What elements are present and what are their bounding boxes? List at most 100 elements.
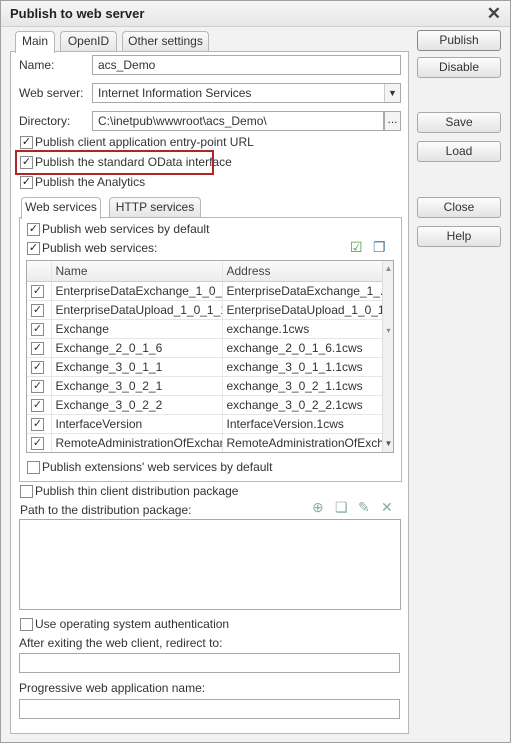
publish-ws-checkbox[interactable]: ✓ — [27, 242, 40, 255]
os-auth-checkbox[interactable] — [20, 618, 33, 631]
table-row[interactable]: ✓ Exchange_3_0_2_1 exchange_3_0_2_1.1cws — [27, 376, 383, 396]
tab-main[interactable]: Main — [15, 31, 55, 53]
publish-analytics-checkbox[interactable]: ✓ — [20, 176, 33, 189]
row-check-cell[interactable]: ✓ — [27, 433, 52, 452]
row-check-cell[interactable]: ✓ — [27, 357, 52, 377]
service-address: exchange_2_0_1_6.1cws — [222, 338, 383, 358]
odata-highlight-frame — [15, 150, 214, 175]
distribution-path-list[interactable] — [19, 519, 401, 610]
publish-analytics-label: Publish the Analytics — [35, 175, 146, 189]
close-icon[interactable]: ✕ — [487, 4, 501, 24]
row-checkbox[interactable]: ✓ — [31, 341, 44, 355]
table-row[interactable]: ✓ RemoteAdministrationOfExchange RemoteA… — [27, 433, 383, 452]
copy-icon[interactable]: ❏ — [335, 499, 348, 516]
table-row[interactable]: ✓ Exchange_3_0_2_2 exchange_3_0_2_2.1cws — [27, 395, 383, 415]
row-check-cell[interactable]: ✓ — [27, 338, 52, 358]
row-check-cell[interactable]: ✓ — [27, 395, 52, 415]
table-row[interactable]: ✓ InterfaceVersion InterfaceVersion.1cws — [27, 414, 383, 434]
row-checkbox[interactable]: ✓ — [31, 303, 44, 317]
row-checkbox[interactable]: ✓ — [31, 322, 44, 336]
delete-icon[interactable]: ✕ — [381, 499, 393, 516]
row-check-cell[interactable]: ✓ — [27, 414, 52, 434]
name-label: Name: — [19, 58, 55, 72]
table-row[interactable]: ✓ EnterpriseDataUpload_1_0_1_1 Enterpris… — [27, 300, 383, 320]
name-input[interactable]: acs_Demo — [92, 55, 401, 75]
service-address: EnterpriseDataUpload_1_0_1... — [222, 300, 383, 320]
scroll-thumb-icon[interactable]: ▾ — [383, 326, 393, 335]
header-check — [27, 261, 52, 282]
table-row[interactable]: ✓ Exchange_3_0_1_1 exchange_3_0_1_1.1cws — [27, 357, 383, 377]
scroll-down-icon[interactable]: ▼ — [383, 439, 393, 448]
web-server-value: Internet Information Services — [98, 86, 252, 100]
service-address: RemoteAdministrationOfExch... — [222, 433, 383, 452]
table-row[interactable]: ✓ Exchange exchange.1cws — [27, 319, 383, 339]
edit-icon[interactable]: ✎ — [358, 499, 370, 516]
publish-thin-client-checkbox[interactable] — [20, 485, 33, 498]
service-name: Exchange_3_0_2_1 — [51, 376, 223, 396]
service-address: exchange.1cws — [222, 319, 383, 339]
add-icon[interactable]: ⊕ — [312, 499, 324, 516]
service-name: Exchange_2_0_1_6 — [51, 338, 223, 358]
row-check-cell[interactable]: ✓ — [27, 281, 52, 301]
save-button[interactable]: Save — [417, 112, 501, 133]
row-checkbox[interactable]: ✓ — [31, 379, 44, 393]
disable-button[interactable]: Disable — [417, 57, 501, 78]
check-all-icon[interactable]: ☑ — [350, 239, 363, 256]
row-checkbox[interactable]: ✓ — [31, 436, 44, 450]
table-row[interactable]: ✓ Exchange_2_0_1_6 exchange_2_0_1_6.1cws — [27, 338, 383, 358]
publish-dialog: Publish to web server ✕ Main OpenID Othe… — [0, 0, 511, 743]
tab-http-services-label: HTTP services — [115, 200, 195, 214]
row-checkbox[interactable]: ✓ — [31, 284, 44, 298]
row-checkbox[interactable]: ✓ — [31, 360, 44, 374]
tab-http-services[interactable]: HTTP services — [109, 197, 201, 218]
title-bar: Publish to web server ✕ — [1, 1, 510, 27]
load-button[interactable]: Load — [417, 141, 501, 162]
publish-extensions-checkbox[interactable] — [27, 461, 40, 474]
service-name: Exchange — [51, 319, 223, 339]
publish-button[interactable]: Publish — [417, 30, 501, 51]
service-address: InterfaceVersion.1cws — [222, 414, 383, 434]
web-services-grid: Name Address ✓ EnterpriseDataExchange_1_… — [27, 261, 383, 452]
row-check-cell[interactable]: ✓ — [27, 319, 52, 339]
web-server-label: Web server: — [19, 86, 84, 100]
publish-extensions-label: Publish extensions' web services by defa… — [42, 460, 273, 474]
column-header-address[interactable]: Address — [222, 261, 383, 282]
distribution-path-label: Path to the distribution package: — [20, 503, 192, 517]
column-header-name[interactable]: Name — [51, 261, 223, 282]
help-button[interactable]: Help — [417, 226, 501, 247]
tab-main-label: Main — [21, 34, 48, 48]
redirect-input[interactable] — [19, 653, 400, 673]
service-address: exchange_3_0_2_1.1cws — [222, 376, 383, 396]
scroll-up-icon[interactable]: ▲ — [383, 264, 393, 273]
close-button[interactable]: Close — [417, 197, 501, 218]
pwa-name-input[interactable] — [19, 699, 400, 719]
table-row[interactable]: ✓ EnterpriseDataExchange_1_0_1... Enterp… — [27, 281, 383, 301]
publish-client-checkbox[interactable]: ✓ — [20, 136, 33, 149]
table-header: Name Address — [27, 261, 383, 282]
directory-input[interactable]: C:\inetpub\wwwroot\acs_Demo\ — [92, 111, 384, 131]
directory-label: Directory: — [19, 114, 71, 128]
row-check-cell[interactable]: ✓ — [27, 300, 52, 320]
tab-web-services[interactable]: Web services — [21, 197, 101, 219]
service-address: exchange_3_0_1_1.1cws — [222, 357, 383, 377]
table-scrollbar[interactable]: ▲ ▾ ▼ — [382, 261, 393, 452]
pwa-name-label: Progressive web application name: — [19, 681, 206, 695]
os-auth-label: Use operating system authentication — [35, 617, 230, 631]
service-name: InterfaceVersion — [51, 414, 223, 434]
row-check-cell[interactable]: ✓ — [27, 376, 52, 396]
service-name: EnterpriseDataUpload_1_0_1_1 — [51, 300, 223, 320]
dialog-title: Publish to web server — [10, 6, 145, 21]
uncheck-all-icon[interactable]: ❐ — [373, 239, 386, 256]
service-name: Exchange_3_0_1_1 — [51, 357, 223, 377]
tab-openid[interactable]: OpenID — [60, 31, 117, 52]
publish-ws-default-checkbox[interactable]: ✓ — [27, 223, 40, 236]
publish-ws-default-label: Publish web services by default — [42, 222, 210, 236]
web-server-select[interactable]: Internet Information Services — [92, 83, 401, 103]
row-checkbox[interactable]: ✓ — [31, 398, 44, 412]
tab-other-settings[interactable]: Other settings — [122, 31, 209, 52]
publish-ws-label: Publish web services: — [42, 241, 158, 255]
chevron-down-icon[interactable]: ▼ — [384, 84, 400, 102]
tab-openid-label: OpenID — [67, 34, 110, 48]
row-checkbox[interactable]: ✓ — [31, 417, 44, 431]
browse-button[interactable]: ... — [384, 111, 401, 131]
